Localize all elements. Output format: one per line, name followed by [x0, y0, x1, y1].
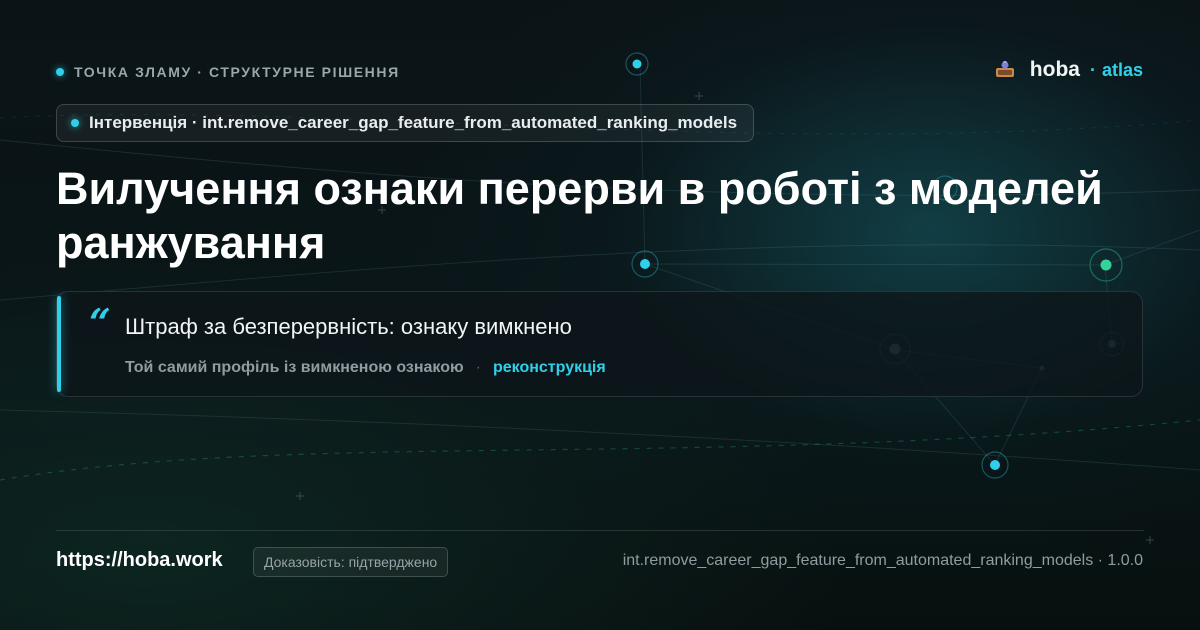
quote-tag: реконструкція [492, 359, 606, 376]
eyebrow-dot-icon [56, 68, 64, 76]
quote-mark-icon: “ [89, 300, 111, 345]
quote-meta: Той самий профіль із вимкненою ознакою ·… [125, 359, 606, 377]
quote-meta-separator: · [475, 359, 481, 376]
quote-card: “ Штраф за безперервність: ознаку вимкне… [56, 291, 1143, 397]
brand-name: hoba [1029, 58, 1080, 81]
quote-accent-bar [57, 296, 61, 392]
eyebrow: ТОЧКА ЗЛАМУ · СТРУКТУРНЕ РІШЕННЯ [56, 64, 400, 80]
footer-url-link[interactable]: https://hoba.work [56, 549, 223, 572]
eyebrow-label: ТОЧКА ЗЛАМУ · СТРУКТУРНЕ РІШЕННЯ [74, 64, 400, 80]
footer-divider [56, 530, 1144, 531]
intervention-dot-icon [71, 119, 79, 127]
page-title: Вилучення ознаки перерви в роботі з моде… [56, 163, 1103, 268]
footer-id-version: int.remove_career_gap_feature_from_autom… [622, 552, 1143, 569]
brand-sub: atlas [1101, 59, 1143, 80]
quote-caption: Той самий профіль із вимкненою ознакою [125, 359, 464, 376]
hoba-logo-icon [994, 59, 1016, 81]
quote-text: Штраф за безперервність: ознаку вимкнено [125, 314, 572, 339]
brand[interactable]: hoba · atlas [994, 58, 1143, 82]
intervention-chip: Інтервенція · int.remove_career_gap_feat… [56, 104, 755, 142]
brand-separator: · [1089, 59, 1096, 80]
evidence-badge: Доказовість: підтверджено [253, 547, 449, 577]
intervention-label: Інтервенція · int.remove_career_gap_feat… [89, 113, 738, 132]
